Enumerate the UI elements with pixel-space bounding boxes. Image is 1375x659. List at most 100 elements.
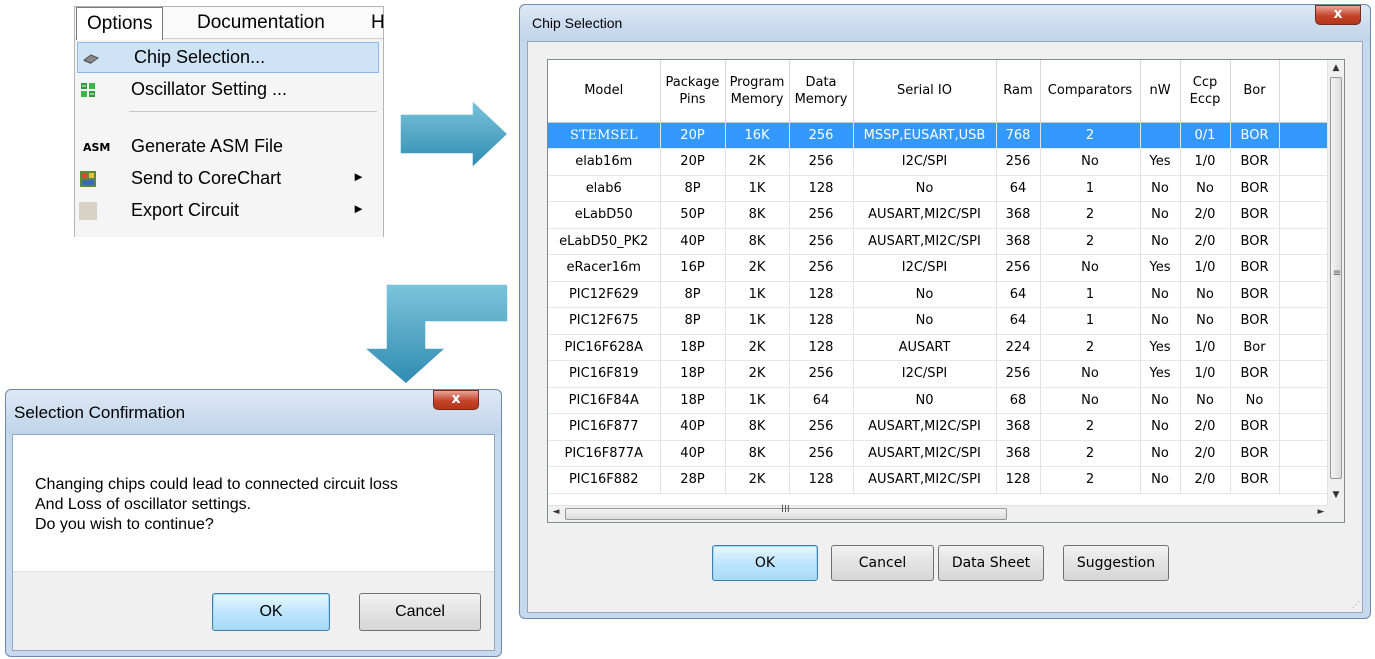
table-cell: 2/0 [1180, 466, 1231, 494]
table-cell: 768 [996, 122, 1041, 149]
ok-button[interactable]: OK [712, 545, 818, 581]
table-cell: PIC16F84A [548, 387, 661, 414]
table-cell: No [853, 307, 997, 335]
scroll-grip-icon: ≡ [1332, 268, 1342, 279]
table-cell: I2C/SPI [853, 254, 997, 282]
table-row[interactable]: PIC16F819 18P 2K 256 I2C/SPI 256 No Yes 1/0 BOR [548, 360, 1329, 388]
table-cell: No [1040, 360, 1141, 388]
menu-item-export-circuit[interactable]: Export Circuit ► [75, 196, 381, 227]
table-row[interactable]: PIC16F877A 40P 8K 256 AUSART,MI2C/SPI 368 2 No 2… [548, 440, 1329, 467]
menu-help[interactable]: H [371, 7, 385, 39]
table-cell: 64 [996, 175, 1041, 202]
table-cell: 1/0 [1180, 334, 1231, 361]
chip-grid: Model Package Pins Program Memory Data Memo… [547, 59, 1345, 523]
column-header[interactable]: Bor [1230, 60, 1280, 123]
table-cell: 68 [996, 387, 1041, 414]
table-cell: 2 [1040, 413, 1141, 441]
cancel-button[interactable]: Cancel [359, 593, 481, 631]
column-header[interactable]: Program Memory [725, 60, 790, 123]
menu-item-label: Oscillator Setting ... [131, 79, 288, 99]
menu-item-chip-selection[interactable]: Chip Selection... [77, 42, 379, 73]
table-cell: 256 [789, 122, 854, 149]
column-header[interactable]: nW [1140, 60, 1181, 123]
table-cell: 128 [789, 307, 854, 335]
table-cell: 64 [996, 307, 1041, 335]
table-cell: 20P [660, 122, 726, 149]
table-row[interactable]: PIC16F877 40P 8K 256 AUSART,MI2C/SPI 368 2 No 2/… [548, 413, 1329, 441]
column-header[interactable]: Serial IO [853, 60, 997, 123]
scroll-down-icon[interactable]: ▼ [1328, 490, 1344, 500]
column-header[interactable]: Package Pins [660, 60, 726, 123]
table-cell: 8P [660, 307, 726, 335]
table-cell: PIC16F877A [548, 440, 661, 467]
menu-item-label: Export Circuit [131, 200, 240, 220]
table-cell: eLabD50_PK2 [548, 228, 661, 255]
table-cell: 1/0 [1180, 254, 1231, 282]
column-header[interactable]: Data Memory [789, 60, 854, 123]
table-cell: No [1180, 175, 1231, 202]
table-cell: No [1140, 228, 1181, 255]
menu-item-oscillator-setting[interactable]: Oscillator Setting ... [75, 75, 381, 106]
cancel-button[interactable]: Cancel [831, 545, 934, 581]
table-cell: PIC16F877 [548, 413, 661, 441]
table-cell-filler [1279, 122, 1329, 149]
table-cell: BOR [1230, 175, 1280, 202]
table-row[interactable]: PIC16F84A 18P 1K 64 N0 68 No No No No [548, 387, 1329, 414]
table-cell: No [1180, 281, 1231, 308]
table-cell: 2K [725, 148, 790, 176]
table-cell: AUSART [853, 334, 997, 361]
suggestion-button[interactable]: Suggestion [1063, 545, 1169, 581]
table-cell: 256 [996, 360, 1041, 388]
table-row[interactable]: elab16m 20P 2K 256 I2C/SPI 256 No Yes 1/0 BOR [548, 148, 1329, 176]
table-cell: 128 [789, 334, 854, 361]
scroll-up-icon[interactable]: ▲ [1328, 63, 1344, 73]
scroll-left-icon[interactable]: ◄ [548, 507, 564, 517]
menu-options[interactable]: Options [76, 7, 164, 40]
data-sheet-button[interactable]: Data Sheet [938, 545, 1044, 581]
table-row[interactable]: eRacer16m 16P 2K 256 I2C/SPI 256 No Yes 1/0 BOR [548, 254, 1329, 282]
table-cell: 2K [725, 334, 790, 361]
table-row[interactable]: PIC16F628A 18P 2K 128 AUSART 224 2 Yes 1/0 Bor [548, 334, 1329, 361]
table-row[interactable]: STEMSEL 20P 16K 256 MSSP,EUSART,USB 768 2 0/1 BO… [548, 122, 1329, 149]
table-cell: BOR [1230, 148, 1280, 176]
table-cell-filler [1279, 254, 1329, 282]
column-header[interactable]: Comparators [1040, 60, 1141, 123]
table-cell: 2 [1040, 122, 1141, 149]
table-row[interactable]: PIC12F675 8P 1K 128 No 64 1 No No BOR [548, 307, 1329, 335]
menu-item-send-to-corechart[interactable]: Send to CoreChart ► [75, 164, 381, 195]
table-row[interactable]: PIC16F882 28P 2K 128 AUSART,MI2C/SPI 128 2 No 2/… [548, 466, 1329, 494]
column-header[interactable]: Ccp Eccp [1180, 60, 1231, 123]
table-cell: BOR [1230, 413, 1280, 441]
table-cell: 1/0 [1180, 148, 1231, 176]
message-line: Do you wish to continue? [35, 516, 214, 533]
table-cell: 256 [789, 254, 854, 282]
scroll-corner [1327, 505, 1344, 522]
table-cell: No [1040, 148, 1141, 176]
selection-confirmation-dialog: Selection Confirmation x Changing chips … [5, 389, 502, 657]
vertical-scrollbar[interactable]: ▲ ≡ ▼ [1327, 60, 1344, 507]
table-cell: 128 [789, 175, 854, 202]
table-row[interactable]: eLabD50 50P 8K 256 AUSART,MI2C/SPI 368 2 No 2/0 B… [548, 201, 1329, 229]
table-cell: BOR [1230, 466, 1280, 494]
close-button[interactable]: x [1315, 5, 1361, 25]
resize-grip-icon[interactable]: ⋰ [1352, 600, 1360, 609]
ok-button[interactable]: OK [212, 593, 330, 631]
table-cell: AUSART,MI2C/SPI [853, 413, 997, 441]
chip-selection-window: Chip Selection x Model Package Pins Progra… [519, 4, 1371, 619]
table-row[interactable]: PIC12F629 8P 1K 128 No 64 1 No No BOR [548, 281, 1329, 308]
menu-documentation[interactable]: Documentation [197, 7, 325, 39]
table-row[interactable]: elab6 8P 1K 128 No 64 1 No No BOR [548, 175, 1329, 202]
close-button[interactable]: x [433, 390, 479, 410]
table-cell: 256 [789, 440, 854, 467]
column-header[interactable]: Ram [996, 60, 1041, 123]
table-cell: AUSART,MI2C/SPI [853, 440, 997, 467]
table-row[interactable]: eLabD50_PK2 40P 8K 256 AUSART,MI2C/SPI 368 2 No… [548, 228, 1329, 255]
menu-item-generate-asm[interactable]: ASM Generate ASM File [75, 132, 381, 163]
menu-item-label: Send to CoreChart [131, 168, 282, 188]
table-cell: 8P [660, 175, 726, 202]
vertical-scroll-thumb[interactable]: ≡ [1330, 77, 1342, 479]
horizontal-scroll-thumb[interactable]: III [565, 504, 1007, 520]
column-header[interactable]: Model [548, 60, 661, 123]
horizontal-scrollbar[interactable]: ◄ III ► [548, 504, 1329, 522]
table-cell: 2K [725, 466, 790, 494]
